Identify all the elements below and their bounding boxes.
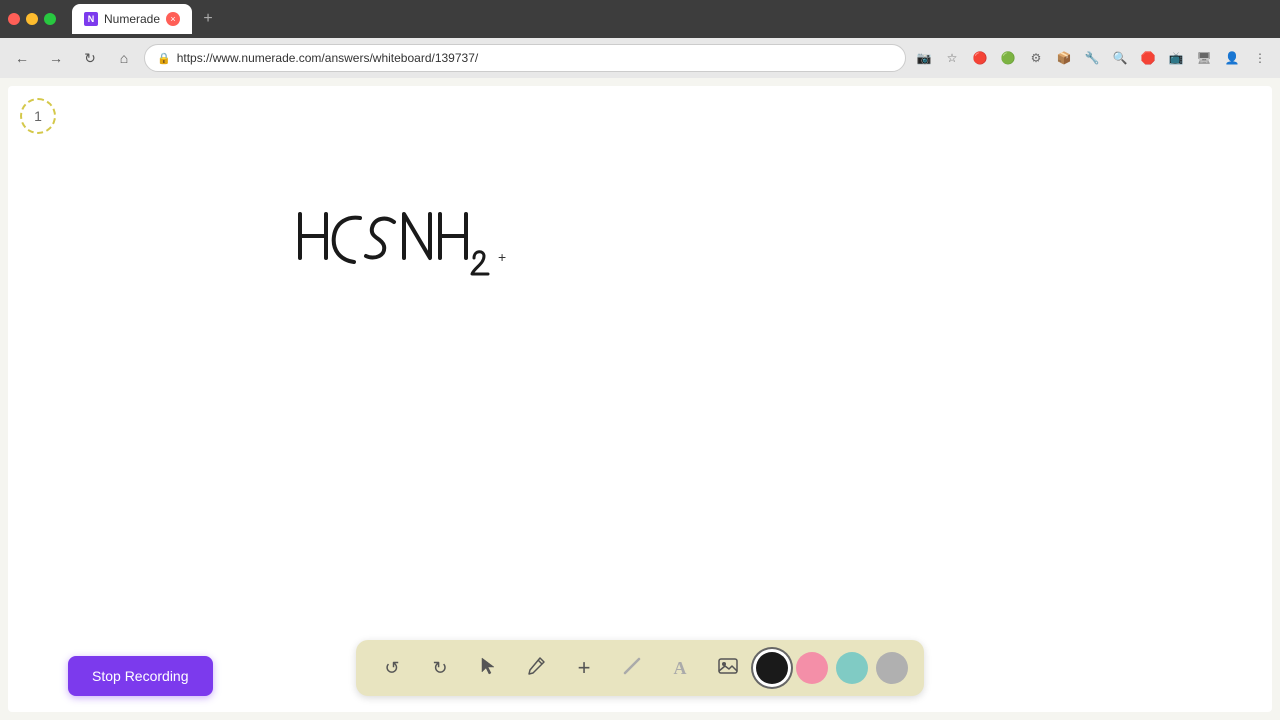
formula-drawing: + [288,206,568,286]
extension-icon-7[interactable]: 🛑 [1136,46,1160,70]
stop-recording-button[interactable]: Stop Recording [68,656,213,696]
refresh-button[interactable]: ↻ [76,44,104,72]
maximize-window-button[interactable] [44,13,56,25]
text-icon: A [674,658,687,679]
profile-icon[interactable]: 👤 [1220,46,1244,70]
close-window-button[interactable] [8,13,20,25]
image-icon [717,655,739,682]
tab-close-button[interactable]: × [166,12,180,26]
extension-icon-2[interactable]: 🟢 [996,46,1020,70]
active-tab[interactable]: N Numerade × [72,4,192,34]
new-tab-button[interactable]: + [196,7,220,31]
extension-icon-9[interactable]: 🖥 [1192,46,1216,70]
address-bar[interactable]: 🔒 https://www.numerade.com/answers/white… [144,44,906,72]
nav-bar: ← → ↻ ⌂ 🔒 https://www.numerade.com/answe… [0,38,1280,78]
select-tool-button[interactable] [468,648,508,688]
image-tool-button[interactable] [708,648,748,688]
title-bar: N Numerade × + [0,0,1280,38]
pen-icon [526,656,546,681]
whiteboard[interactable]: 1 + Stop Recording [8,86,1272,712]
lock-icon: 🔒 [157,52,171,65]
content-area: 1 + Stop Recording [0,78,1280,720]
extension-icon-6[interactable]: 🔍 [1108,46,1132,70]
add-tool-button[interactable]: + [564,648,604,688]
extension-icon-5[interactable]: 🔧 [1080,46,1104,70]
svg-text:+: + [498,249,506,265]
eraser-tool-button[interactable] [612,648,652,688]
extension-icon-3[interactable]: ⚙ [1024,46,1048,70]
text-tool-button[interactable]: A [660,648,700,688]
menu-icon[interactable]: ⋮ [1248,46,1272,70]
forward-button[interactable]: → [42,44,70,72]
redo-icon: ↻ [432,658,447,679]
home-button[interactable]: ⌂ [110,44,138,72]
tab-title: Numerade [104,12,160,26]
select-icon [478,656,498,681]
url-text: https://www.numerade.com/answers/whitebo… [177,51,479,65]
traffic-lights [8,13,56,25]
bottom-toolbar: ↺ ↻ [356,640,924,696]
camera-icon[interactable]: 📷 [912,46,936,70]
color-pink-swatch[interactable] [796,652,828,684]
extension-icon-8[interactable]: 📺 [1164,46,1188,70]
tab-favicon: N [84,12,98,26]
extension-icon-4[interactable]: 📦 [1052,46,1076,70]
eraser-icon [622,656,642,681]
browser-window: N Numerade × + ← → ↻ ⌂ 🔒 https://www.num… [0,0,1280,720]
add-icon: + [578,655,591,681]
browser-toolbar-icons: 📷 ☆ 🔴 🟢 ⚙ 📦 🔧 🔍 🛑 📺 🖥 👤 ⋮ [912,46,1272,70]
color-gray-swatch[interactable] [876,652,908,684]
undo-button[interactable]: ↺ [372,648,412,688]
color-green-swatch[interactable] [836,652,868,684]
undo-icon: ↺ [384,658,399,679]
color-black-swatch[interactable] [756,652,788,684]
pen-tool-button[interactable] [516,648,556,688]
page-number-badge: 1 [20,98,56,134]
minimize-window-button[interactable] [26,13,38,25]
redo-button[interactable]: ↻ [420,648,460,688]
tab-bar: N Numerade × + [72,4,1272,34]
back-button[interactable]: ← [8,44,36,72]
extension-icon-1[interactable]: 🔴 [968,46,992,70]
bookmark-icon[interactable]: ☆ [940,46,964,70]
